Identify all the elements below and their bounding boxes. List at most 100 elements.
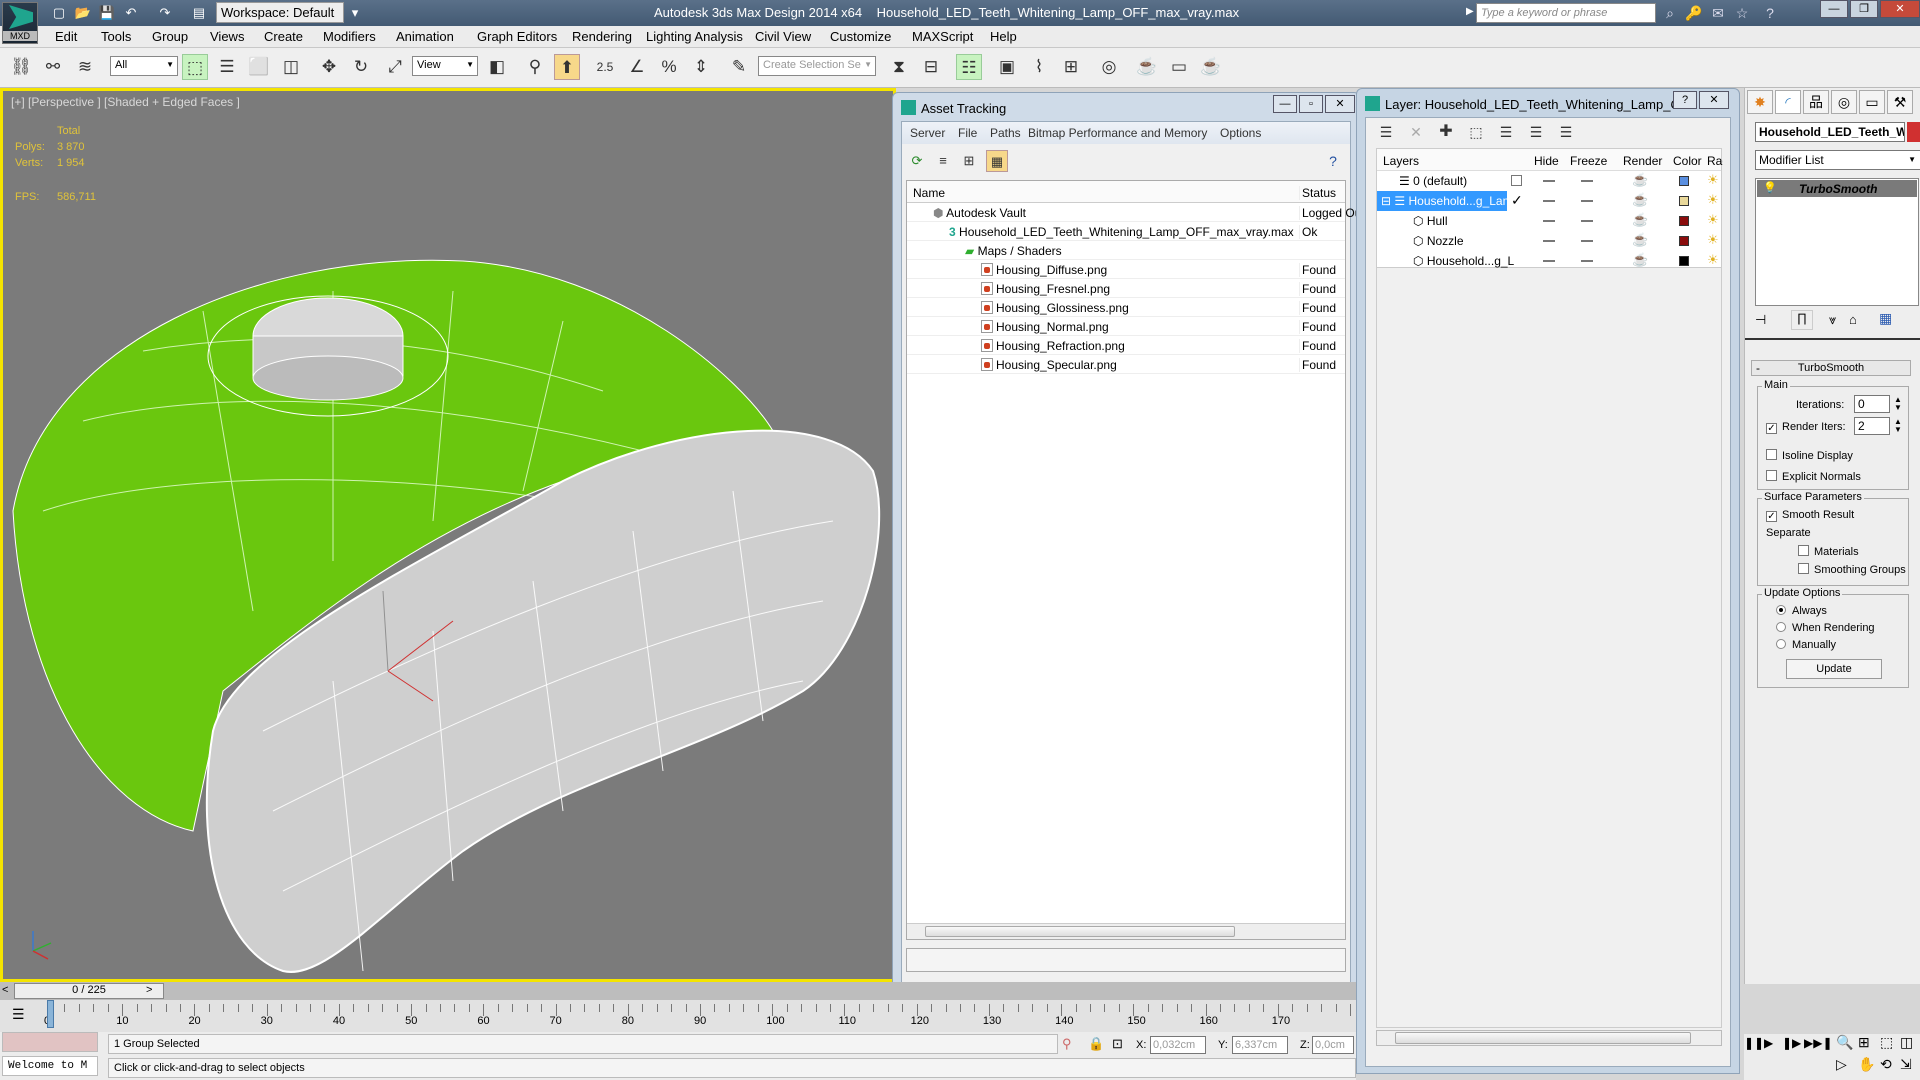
explicit-normals-checkbox[interactable] [1766,470,1777,481]
layer-row[interactable]: ⬡ Nozzle ☕ ☀ [1377,231,1721,251]
render-teapot-icon[interactable]: ☕ [1632,212,1648,228]
layer-color-swatch[interactable] [1679,256,1689,266]
favorites-icon[interactable]: ☆ [1732,3,1752,23]
select-objects-in-layer-icon[interactable]: ⬚ [1464,120,1488,144]
y-coordinate-input[interactable]: 6,337cm [1232,1036,1288,1054]
hide-toggle[interactable] [1543,240,1555,242]
menu-edit[interactable]: Edit [55,29,77,44]
zoom-extents-all-icon[interactable]: ◫ [1900,1034,1913,1051]
layer-row[interactable]: ☰ 0 (default) ☕ ☀ [1377,171,1721,191]
absolute-mode-icon[interactable]: ⊡ [1112,1036,1123,1052]
menu-civil-view[interactable]: Civil View [755,29,811,44]
layer-explorer-icon[interactable]: ☷ [956,54,982,80]
subscription-icon[interactable]: 🔑 [1684,3,1704,23]
close-button[interactable]: ✕ [1880,0,1920,18]
column-layers[interactable]: Layers [1383,154,1419,168]
rectangular-selection-icon[interactable]: ⬜ [246,54,272,80]
object-color-swatch[interactable] [1907,122,1920,142]
layer-color-swatch[interactable] [1679,196,1689,206]
layer-horizontal-scrollbar[interactable] [1376,1030,1722,1046]
workspace-dropdown[interactable]: Workspace: Default [216,2,344,23]
update-when-rendering-radio[interactable] [1776,622,1786,632]
save-file-icon[interactable]: 💾 [98,4,116,22]
menu-group[interactable]: Group [152,29,188,44]
next-frame-icon[interactable]: ❚▶ [1782,1036,1801,1050]
menu-modifiers[interactable]: Modifiers [323,29,376,44]
delete-layer-icon[interactable]: ✕ [1404,120,1428,144]
toggle-ribbon-icon[interactable]: ▣ [994,54,1020,80]
column-name-header[interactable]: Name [913,186,945,200]
remove-modifier-icon[interactable]: ⌂ [1849,312,1857,327]
layer-color-swatch[interactable] [1679,176,1689,186]
update-button[interactable]: Update [1786,659,1882,679]
asset-row[interactable]: Housing_Diffuse.png Found [907,260,1345,279]
menu-rendering[interactable]: Rendering [572,29,632,44]
maximize-viewport-icon[interactable]: ⇲ [1900,1056,1912,1073]
update-always-radio[interactable] [1776,605,1786,615]
smooth-result-checkbox[interactable]: ✓ [1766,511,1777,522]
layer-close-button[interactable]: ✕ [1699,91,1729,109]
column-color[interactable]: Color [1673,154,1702,168]
material-editor-icon[interactable]: ◎ [1096,54,1122,80]
asset-row[interactable]: Housing_Fresnel.png Found [907,279,1345,298]
modifier-stack-item[interactable]: 💡 TurboSmooth [1757,180,1917,197]
asset-help-icon[interactable]: ? [1322,150,1344,172]
motion-tab-icon[interactable]: ◎ [1831,90,1857,114]
scrollbar-thumb[interactable] [925,926,1235,937]
render-setup-icon[interactable]: ☕ [1134,54,1160,80]
current-layer-checkmark-icon[interactable]: ✓ [1511,192,1523,209]
create-tab-icon[interactable]: ✸ [1747,90,1773,114]
radiosity-icon[interactable]: ☀ [1707,172,1719,188]
angle-snap-icon[interactable]: ∠ [624,54,650,80]
isoline-display-checkbox[interactable] [1766,449,1777,460]
snaps-toggle-icon[interactable]: 2.5 [592,54,618,80]
help-icon[interactable]: ? [1760,3,1780,23]
time-prev-button[interactable]: < [2,984,8,996]
freeze-toggle[interactable] [1581,220,1593,222]
asset-row[interactable]: ▰ Maps / Shaders [907,241,1345,260]
goto-end-icon[interactable]: ▶▶❚ [1804,1036,1833,1050]
current-layer-checkbox[interactable] [1511,175,1522,186]
select-and-move-icon[interactable]: ✥ [316,54,342,80]
freeze-toggle[interactable] [1581,200,1593,202]
layer-row[interactable]: ⬡ Hull ☕ ☀ [1377,211,1721,231]
menu-maxscript[interactable]: MAXScript [912,29,973,44]
update-manually-radio[interactable] [1776,639,1786,649]
asset-row[interactable]: 3 Household_LED_Teeth_Whitening_Lamp_OFF… [907,222,1345,241]
selection-filter-dropdown[interactable]: All [110,56,178,76]
layer-color-swatch[interactable] [1679,216,1689,226]
render-teapot-icon[interactable]: ☕ [1632,192,1648,208]
asset-menu-options[interactable]: Options [1220,126,1261,140]
asset-menu-bitmap-performance[interactable]: Bitmap Performance and Memory [1028,126,1207,140]
render-iters-checkbox[interactable]: ✓ [1766,423,1777,434]
object-name-input[interactable]: Household_LED_Teeth_W [1755,122,1905,142]
create-layer-icon[interactable]: ☰ [1374,120,1398,144]
table-view-icon[interactable]: ▦ [986,150,1008,172]
x-coordinate-input[interactable]: 0,032cm [1150,1036,1206,1054]
display-tab-icon[interactable]: ▭ [1859,90,1885,114]
bind-space-warp-icon[interactable]: ≋ [72,54,98,80]
spinner-snap-icon[interactable]: ⇕ [688,54,714,80]
show-end-result-icon[interactable]: ∏ [1791,310,1813,330]
radiosity-icon[interactable]: ☀ [1707,192,1719,208]
hide-toggle[interactable] [1543,220,1555,222]
column-hide[interactable]: Hide [1534,154,1559,168]
menu-create[interactable]: Create [264,29,303,44]
refresh-icon[interactable]: ⟳ [906,150,928,172]
iterations-spinner[interactable]: ▲ ▼ [1894,396,1902,412]
configure-modifier-sets-icon[interactable]: ▦ [1879,310,1892,327]
asset-menu-paths[interactable]: Paths [990,126,1021,140]
materials-checkbox[interactable] [1798,545,1809,556]
highlight-selected-layer-icon[interactable]: ☰ [1494,120,1518,144]
select-by-name-icon[interactable]: ☰ [214,54,240,80]
track-bar[interactable]: ☰ 01020304050607080901001101201301401501… [0,1000,1356,1032]
pin-stack-icon[interactable]: ⊣ [1755,312,1766,328]
zoom-extents-icon[interactable]: ⬚ [1880,1034,1893,1051]
schematic-view-icon[interactable]: ⊞ [1058,54,1084,80]
hide-toggle[interactable] [1543,180,1555,182]
redo-icon[interactable]: ↷ [156,4,174,22]
align-icon[interactable]: ⊟ [918,54,944,80]
turbosmooth-rollout-header[interactable]: - TurboSmooth [1751,360,1911,376]
mirror-icon[interactable]: ⧗ [886,54,912,80]
menu-animation[interactable]: Animation [396,29,454,44]
